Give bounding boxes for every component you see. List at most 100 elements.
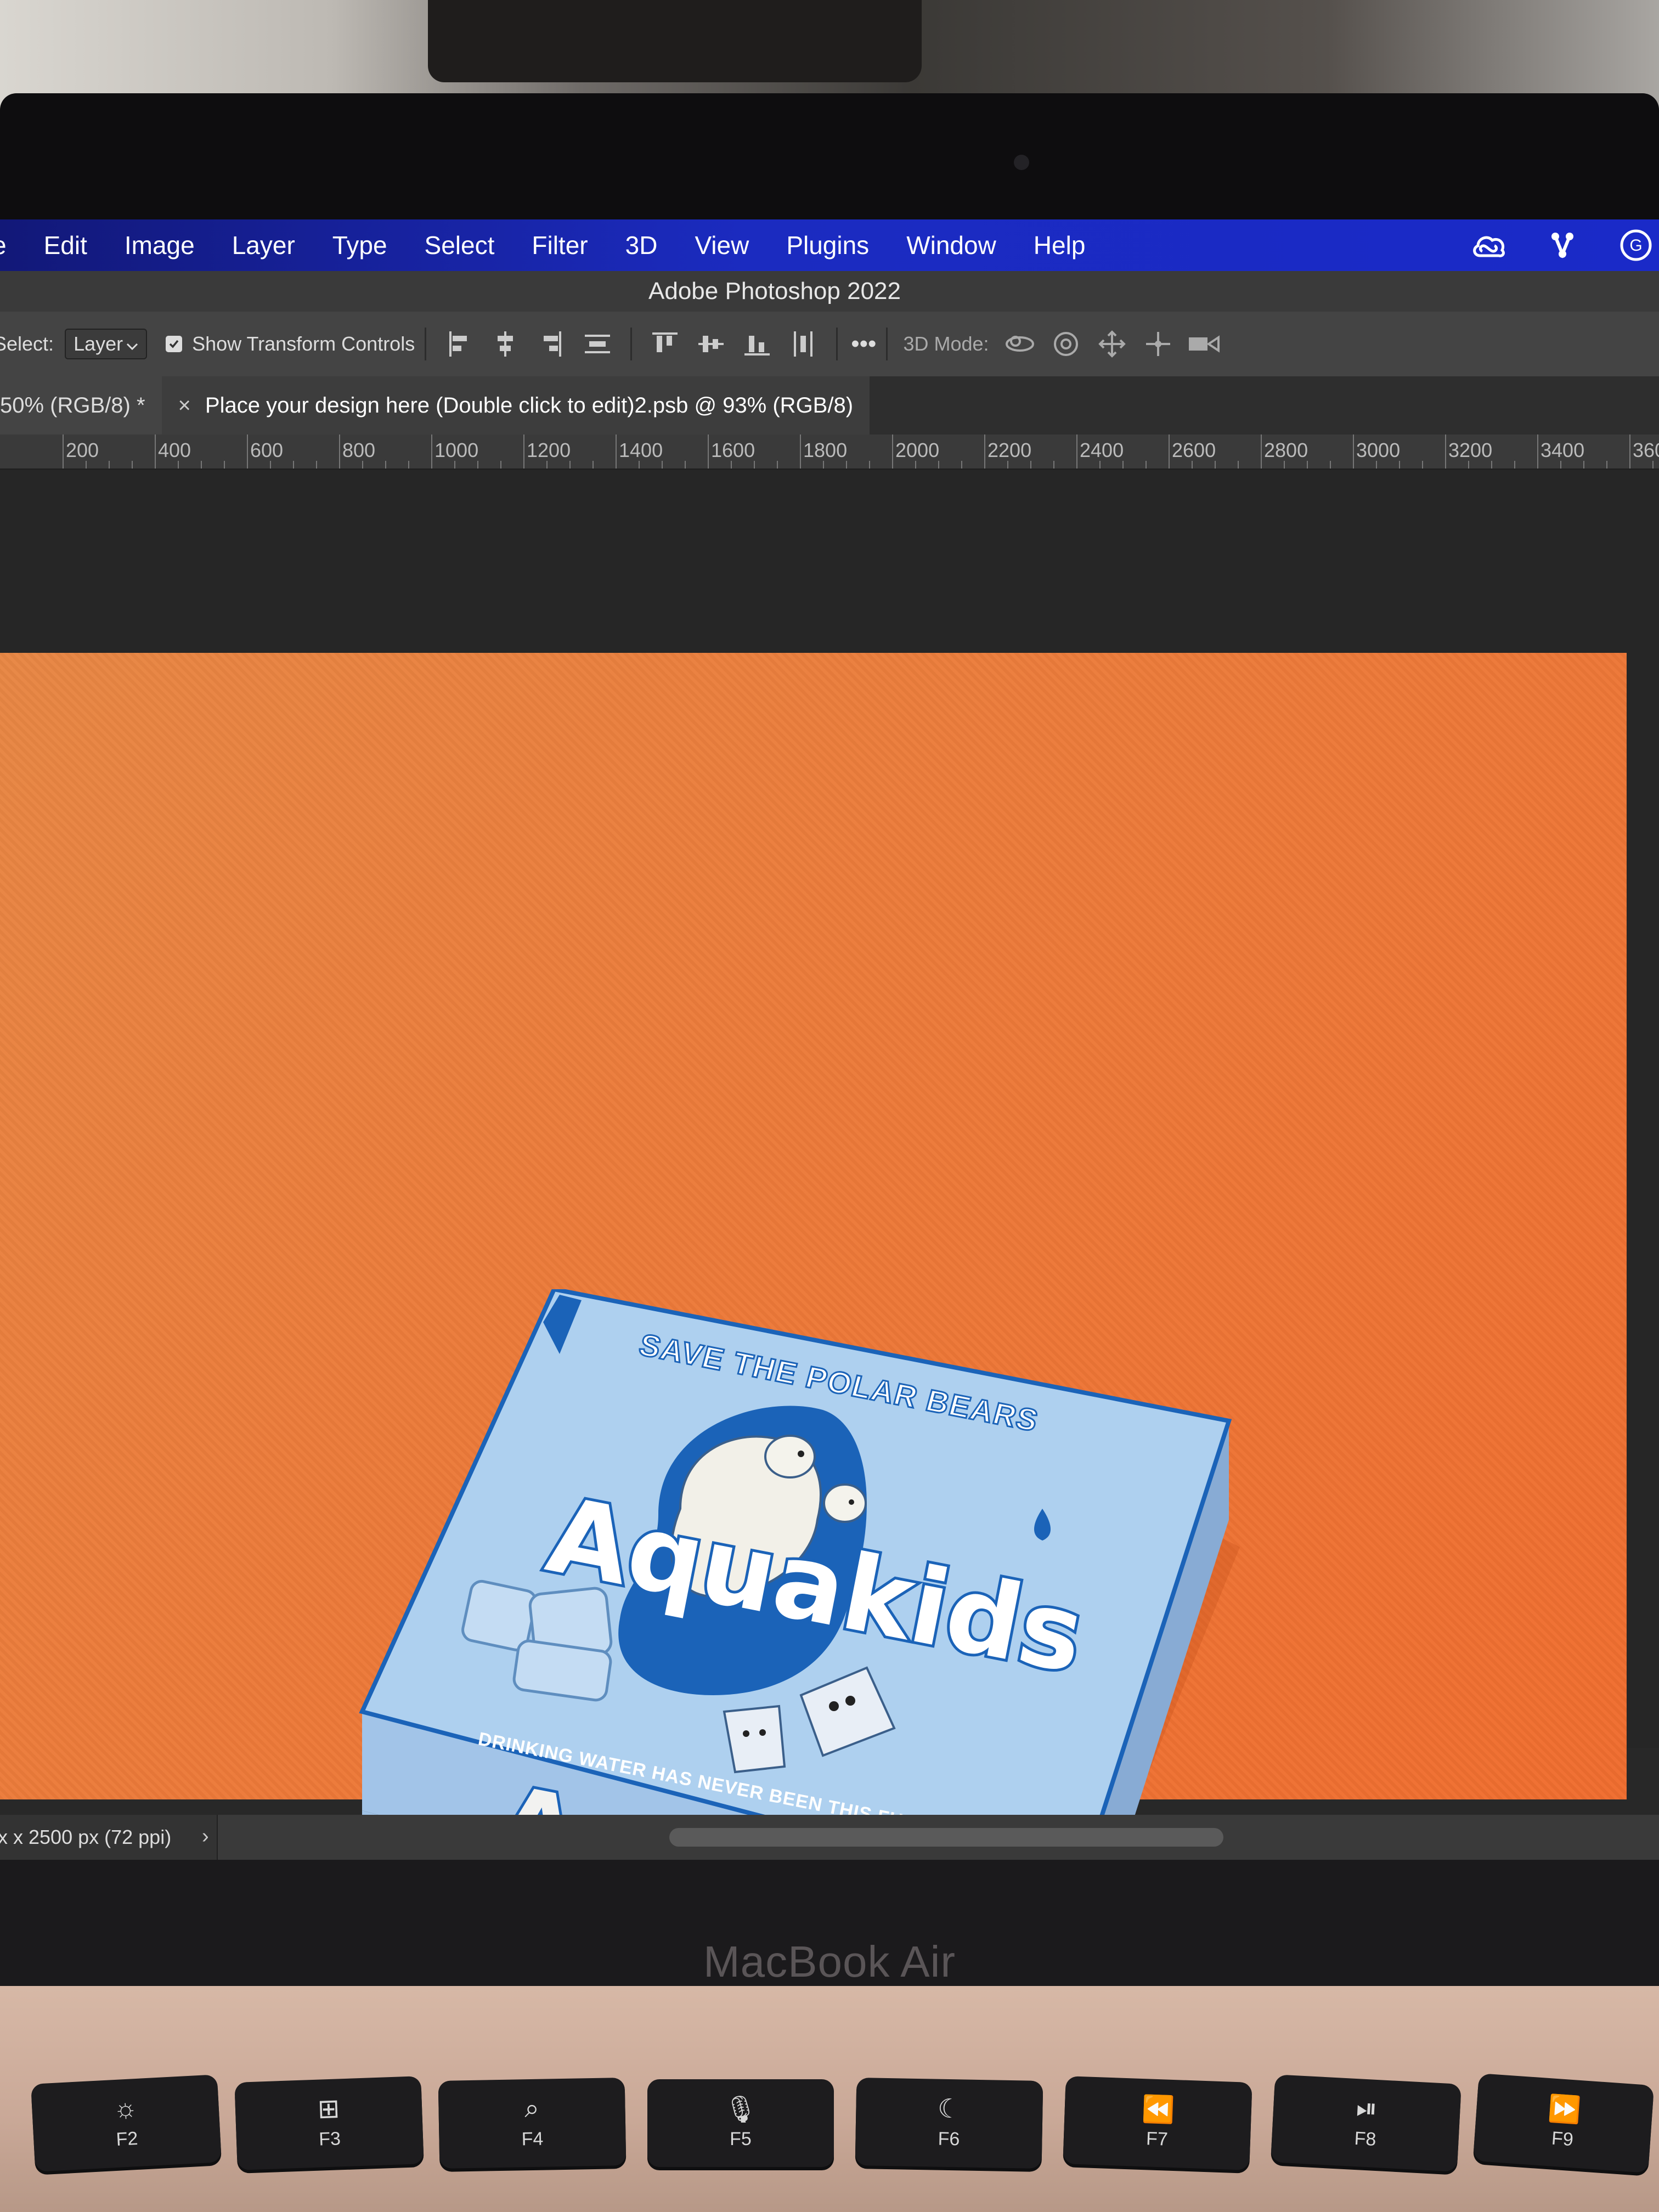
ruler-tick xyxy=(708,435,709,469)
key-label: F7 xyxy=(1146,2128,1169,2150)
menu-view[interactable]: View xyxy=(676,230,768,260)
ruler-minor-tick xyxy=(569,461,571,469)
ruler-label: 1000 xyxy=(435,439,479,461)
ruler-minor-tick xyxy=(915,461,916,469)
status-tray: G xyxy=(1471,219,1659,271)
distribute-vertical-icon[interactable] xyxy=(581,328,614,360)
align-bottom-edges-icon[interactable] xyxy=(741,328,774,360)
tab-label: Place your design here (Double click to … xyxy=(205,393,854,417)
auto-select-dropdown[interactable]: Layer xyxy=(65,329,148,359)
app-title: Adobe Photoshop 2022 xyxy=(648,278,901,304)
menu-image[interactable]: Image xyxy=(106,230,213,260)
key-label: F3 xyxy=(318,2128,341,2150)
menu-edit[interactable]: Edit xyxy=(25,230,106,260)
rewind-icon: ⏪ xyxy=(1141,2094,1175,2125)
ruler-label: 2200 xyxy=(988,439,1032,461)
canvas-artboard[interactable]: SAVE THE POLAR BEARS Aquakids DRINKING W… xyxy=(0,653,1627,1860)
menu-type[interactable]: Type xyxy=(314,230,406,260)
ruler-tick xyxy=(431,435,432,469)
ruler-label: 1600 xyxy=(711,439,755,461)
ruler-minor-tick xyxy=(1560,461,1561,469)
menu-layer[interactable]: Layer xyxy=(213,230,314,260)
status-bar: x x 2500 px (72 ppi) › xyxy=(0,1815,1659,1860)
app-titlebar: Adobe Photoshop 2022 xyxy=(0,271,1659,313)
document-info[interactable]: x x 2500 px (72 ppi) xyxy=(0,1815,218,1860)
auto-select-label: Select: xyxy=(0,332,54,355)
menu-plugins[interactable]: Plugins xyxy=(768,230,888,260)
key-f8[interactable]: ⏯ F8 xyxy=(1271,2074,1462,2172)
key-f4[interactable]: ⌕ F4 xyxy=(438,2078,627,2169)
menu-select[interactable]: Select xyxy=(406,230,514,260)
divider xyxy=(886,328,888,360)
ruler-tick xyxy=(1537,435,1538,469)
align-vertical-centers-icon[interactable] xyxy=(695,328,727,360)
ruler-minor-tick xyxy=(1284,461,1285,469)
key-f6[interactable]: ☾ F6 xyxy=(855,2078,1043,2169)
creative-cloud-icon[interactable] xyxy=(1471,228,1506,263)
more-options-button[interactable]: ••• xyxy=(851,330,876,358)
horizontal-ruler[interactable]: 200 400 600 800 1000 1200 1400 1600 1800 2000 2200… xyxy=(0,435,1659,470)
ruler-minor-tick xyxy=(1053,461,1054,469)
ruler-minor-tick xyxy=(685,461,686,469)
horizontal-scrollbar[interactable] xyxy=(669,1828,1223,1847)
ruler-minor-tick xyxy=(938,461,939,469)
laptop-brand-label: MacBook Air xyxy=(703,1937,956,1986)
tab-document-1[interactable]: 50% (RGB/8) * xyxy=(0,376,162,435)
close-icon[interactable]: × xyxy=(178,393,191,418)
align-top-edges-icon[interactable] xyxy=(648,328,681,360)
distribute-horizontal-icon[interactable] xyxy=(787,328,820,360)
document-tabs: 50% (RGB/8) * × Place your design here (… xyxy=(0,376,1659,435)
share-icon[interactable] xyxy=(1545,228,1580,263)
divider xyxy=(630,328,633,360)
ruler-label: 3200 xyxy=(1448,439,1493,461)
packaging-mockup: SAVE THE POLAR BEARS Aquakids DRINKING W… xyxy=(359,1289,1240,1860)
ruler-minor-tick xyxy=(662,461,663,469)
ruler-minor-tick xyxy=(178,461,179,469)
tab-label: 50% (RGB/8) * xyxy=(0,393,145,417)
menu-3d[interactable]: 3D xyxy=(607,230,676,260)
key-f7[interactable]: ⏪ F7 xyxy=(1063,2076,1252,2170)
auto-select-value: Layer xyxy=(74,332,123,355)
3d-camera-icon[interactable] xyxy=(1188,328,1221,360)
ruler-tick xyxy=(800,435,801,469)
ruler-minor-tick xyxy=(1122,461,1124,469)
3d-orbit-icon[interactable] xyxy=(1003,328,1036,360)
menu-window[interactable]: Window xyxy=(888,230,1015,260)
ruler-minor-tick xyxy=(1652,461,1654,469)
ruler-minor-tick xyxy=(961,461,962,469)
ruler-minor-tick xyxy=(1376,461,1377,469)
3d-slide-icon[interactable] xyxy=(1142,328,1175,360)
menu-filter[interactable]: Filter xyxy=(513,230,606,260)
ruler-minor-tick xyxy=(86,461,87,469)
ruler-minor-tick xyxy=(846,461,847,469)
key-f5[interactable]: 🎙 F5 xyxy=(647,2079,834,2167)
ruler-minor-tick xyxy=(477,461,478,469)
ruler-minor-tick xyxy=(500,461,501,469)
show-transform-label: Show Transform Controls xyxy=(192,332,415,355)
menu-bar: e Edit Image Layer Type Select Filter 3D… xyxy=(0,219,1659,271)
ruler-minor-tick xyxy=(1422,461,1423,469)
3d-roll-icon[interactable] xyxy=(1049,328,1082,360)
align-left-edges-icon[interactable] xyxy=(443,328,476,360)
menu-file[interactable]: e xyxy=(0,230,25,260)
ruler-minor-tick xyxy=(592,461,594,469)
options-bar: Select: Layer Show Transform Controls ••… xyxy=(0,312,1659,377)
user-avatar-icon[interactable]: G xyxy=(1618,228,1654,263)
key-f9[interactable]: ⏩ F9 xyxy=(1472,2073,1655,2173)
align-horizontal-centers-icon[interactable] xyxy=(489,328,522,360)
3d-pan-icon[interactable] xyxy=(1096,328,1128,360)
ruler-minor-tick xyxy=(454,461,455,469)
align-right-edges-icon[interactable] xyxy=(535,328,568,360)
ruler-minor-tick xyxy=(293,461,294,469)
ruler-label: 600 xyxy=(250,439,284,461)
ruler-tick xyxy=(1076,435,1077,469)
tab-document-2[interactable]: × Place your design here (Double click t… xyxy=(161,376,870,435)
key-f2[interactable]: ☼ F2 xyxy=(31,2074,222,2172)
ruler-label: 2800 xyxy=(1264,439,1308,461)
3d-mode-label: 3D Mode: xyxy=(903,332,989,355)
chevron-right-icon[interactable]: › xyxy=(202,1825,209,1848)
key-f3[interactable]: ⊞ F3 xyxy=(234,2076,424,2170)
show-transform-checkbox[interactable] xyxy=(166,336,183,352)
menu-help[interactable]: Help xyxy=(1015,230,1104,260)
laptop-screen: e Edit Image Layer Type Select Filter 3D… xyxy=(0,219,1659,1860)
